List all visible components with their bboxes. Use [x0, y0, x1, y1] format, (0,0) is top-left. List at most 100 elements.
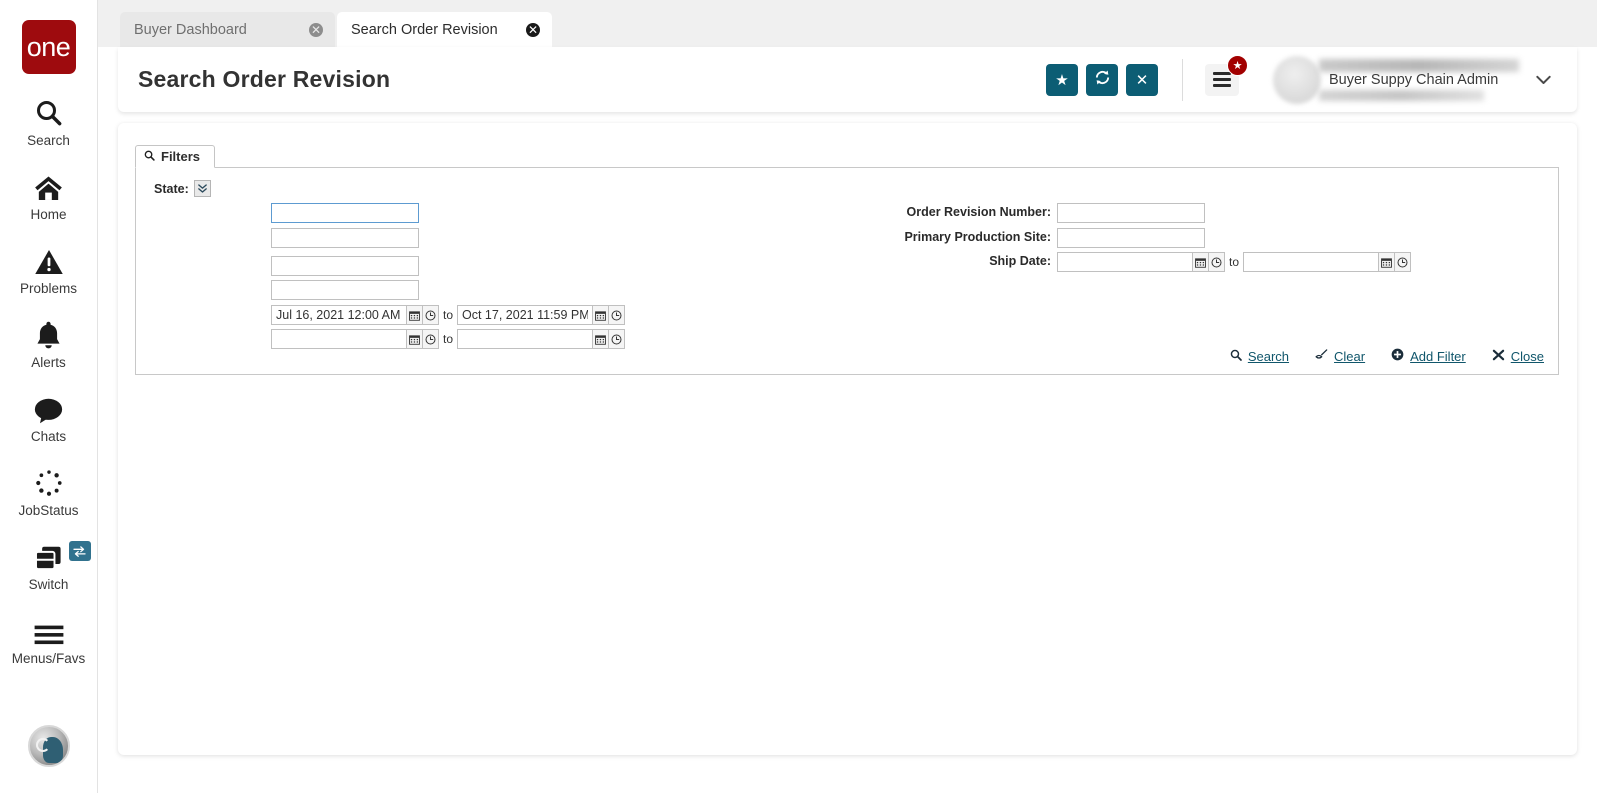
clock-icon[interactable] — [1209, 252, 1225, 272]
field-label: Primary Production Site: — [904, 230, 1051, 244]
tab-filters[interactable]: Filters — [135, 145, 215, 168]
search-icon — [1230, 349, 1242, 364]
primary-supply-site-input[interactable] — [271, 280, 419, 300]
spinner-dots-icon — [29, 466, 69, 498]
app-logo[interactable]: one — [22, 20, 76, 74]
field-label: State: — [154, 182, 189, 196]
chevron-down-icon[interactable] — [1523, 56, 1563, 104]
link-label: Clear — [1334, 349, 1365, 364]
item-input[interactable] — [271, 228, 419, 248]
close-circle-icon[interactable]: ✕ — [309, 23, 323, 37]
page-title: Search Order Revision — [138, 66, 390, 93]
calendar-icon[interactable] — [407, 329, 423, 349]
tab-label: Search Order Revision — [351, 22, 518, 38]
sidebar-item-chats[interactable]: Chats — [0, 392, 98, 444]
sidebar-item-alerts[interactable]: Alerts — [0, 318, 98, 370]
link-label: Search — [1248, 349, 1289, 364]
range-separator: to — [443, 332, 453, 346]
header-action-group: ★ ✕ ★ Buyer Suppy Chain Admin — [1038, 56, 1577, 104]
favorite-button[interactable]: ★ — [1046, 64, 1078, 96]
tab-search-order-revision[interactable]: Search Order Revision ✕ — [337, 12, 552, 50]
sidebar-item-problems[interactable]: Problems — [0, 244, 98, 296]
star-icon: ★ — [1055, 71, 1068, 89]
sidebar-item-label: Problems — [20, 281, 77, 296]
primary-production-site-input[interactable] — [1057, 228, 1205, 248]
avatar-spiral — [36, 738, 50, 752]
tab-label: Buyer Dashboard — [134, 22, 301, 38]
tab-filters-label: Filters — [161, 149, 200, 164]
swap-arrows-icon[interactable] — [69, 541, 91, 561]
chat-bubble-icon — [29, 392, 69, 424]
user-avatar-sidebar[interactable] — [28, 725, 70, 767]
clock-icon[interactable] — [423, 305, 439, 325]
avatar — [1273, 56, 1321, 104]
star-badge-icon: ★ — [1227, 55, 1248, 76]
ship-to-site-input[interactable] — [271, 256, 419, 276]
calendar-icon[interactable] — [593, 305, 609, 325]
creation-date-to-input[interactable] — [457, 305, 593, 325]
field-primary-production-site: Primary Production Site: — [836, 230, 1056, 244]
delivery-date-to-input[interactable] — [457, 329, 593, 349]
user-menu[interactable]: Buyer Suppy Chain Admin — [1273, 56, 1563, 104]
add-filter-link[interactable]: Add Filter — [1391, 348, 1466, 364]
field-state: State: — [154, 180, 211, 197]
clock-icon[interactable] — [1395, 252, 1411, 272]
search-icon — [144, 150, 155, 164]
sidebar-item-search[interactable]: Search — [0, 96, 98, 148]
ship-date-range: to — [1057, 252, 1411, 272]
sidebar-item-jobstatus[interactable]: JobStatus — [0, 466, 98, 518]
user-name: Buyer Suppy Chain Admin — [1315, 72, 1498, 88]
close-icon: ✕ — [1136, 71, 1149, 89]
hamburger-menu-icon — [1213, 69, 1231, 90]
link-label: Add Filter — [1410, 349, 1466, 364]
header-menu-button[interactable]: ★ — [1205, 64, 1239, 96]
left-sidebar: one Search Home Problems Alerts Chats — [0, 0, 98, 793]
tab-buyer-dashboard[interactable]: Buyer Dashboard ✕ — [120, 12, 335, 47]
sidebar-item-switch[interactable]: Switch — [0, 540, 98, 592]
clock-icon[interactable] — [423, 329, 439, 349]
sidebar-item-home[interactable]: Home — [0, 170, 98, 222]
bell-icon — [29, 318, 69, 350]
creation-date-from-input[interactable] — [271, 305, 407, 325]
clock-icon[interactable] — [609, 305, 625, 325]
field-label: Order Revision Number: — [907, 205, 1051, 219]
field-label: Ship Date: — [989, 254, 1051, 268]
creation-date-range: to — [271, 305, 625, 325]
calendar-icon[interactable] — [1379, 252, 1395, 272]
clear-link[interactable]: Clear — [1315, 349, 1365, 364]
sidebar-item-label: Alerts — [31, 355, 66, 370]
calendar-icon[interactable] — [593, 329, 609, 349]
link-label: Close — [1511, 349, 1544, 364]
delivery-date-from-input[interactable] — [271, 329, 407, 349]
sidebar-item-label: Search — [27, 133, 70, 148]
delivery-date-range: to — [271, 329, 625, 349]
calendar-icon[interactable] — [1193, 252, 1209, 272]
order-revision-number-input[interactable] — [1057, 203, 1205, 223]
ship-date-to-input[interactable] — [1243, 252, 1379, 272]
search-icon — [29, 96, 69, 128]
field-ship-date: Ship Date: — [836, 254, 1056, 268]
customer-input[interactable] — [271, 203, 419, 223]
logo-text: one — [27, 32, 71, 63]
sidebar-item-label: Chats — [31, 429, 66, 444]
field-order-revision-number: Order Revision Number: — [836, 205, 1056, 219]
state-dropdown-toggle[interactable] — [194, 180, 211, 197]
plus-circle-icon — [1391, 348, 1404, 364]
refresh-icon — [1094, 69, 1111, 90]
sidebar-item-menus-favs[interactable]: Menus/Favs — [0, 614, 98, 666]
ship-date-from-input[interactable] — [1057, 252, 1193, 272]
close-link[interactable]: Close — [1492, 349, 1544, 364]
search-link[interactable]: Search — [1230, 349, 1289, 364]
redacted-text-bottom — [1319, 90, 1484, 101]
home-icon — [29, 170, 69, 202]
close-button[interactable]: ✕ — [1126, 64, 1158, 96]
redacted-text-top — [1319, 59, 1519, 72]
sidebar-item-label: Menus/Favs — [12, 651, 86, 666]
calendar-icon[interactable] — [407, 305, 423, 325]
clock-icon[interactable] — [609, 329, 625, 349]
hamburger-icon — [29, 614, 69, 646]
switch-windows-icon — [29, 540, 69, 572]
refresh-button[interactable] — [1086, 64, 1118, 96]
range-separator: to — [443, 308, 453, 322]
close-circle-icon[interactable]: ✕ — [526, 23, 540, 37]
